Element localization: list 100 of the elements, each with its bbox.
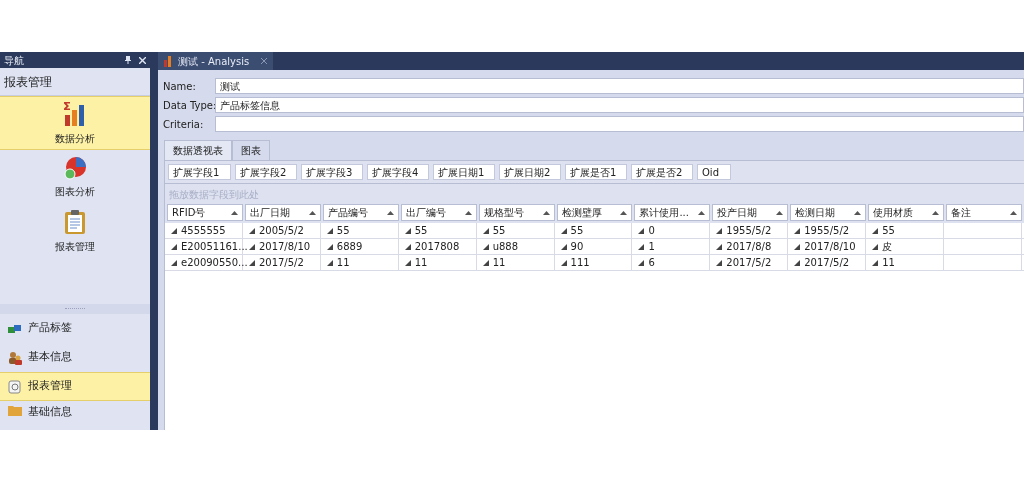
nav-large-item[interactable]: 图表分析 [0,150,150,204]
nav-item[interactable]: 基础信息 [0,401,150,430]
field-label: Data Type: [163,98,215,113]
expand-icon [248,227,255,234]
expand-icon [716,243,723,250]
expand-icon [794,259,801,266]
clipboard-icon [64,208,86,235]
sort-icon [854,210,862,215]
expand-icon [872,227,879,234]
expand-icon [794,243,801,250]
panel-title: 导航 [4,53,25,68]
sort-icon [308,210,316,215]
table-cell: 4555555 [167,223,230,238]
expand-icon [560,227,567,234]
field-chip[interactable]: Oid [697,164,731,180]
field-label: Criteria: [163,117,205,132]
field-label: Name: [163,79,197,94]
expand-icon [171,243,177,250]
nav-item[interactable]: 产品标签 [0,314,150,343]
sort-icon [620,210,628,215]
table-cell: 55 [868,223,899,238]
expand-icon [716,259,723,266]
field-chip[interactable]: 扩展字段3 [301,164,363,180]
column-header[interactable]: 使用材质 [868,204,945,221]
tab[interactable]: 数据透视表 [164,140,232,160]
nav-item[interactable]: 基本信息 [0,343,150,372]
input-field[interactable]: 测试 [215,78,1024,94]
field-chip[interactable]: 扩展日期1 [433,164,495,180]
expand-icon [404,227,411,234]
field-chip[interactable]: 扩展字段4 [367,164,429,180]
expand-icon [482,227,489,234]
column-header[interactable]: 出厂编号 [400,204,477,221]
nav-large-item[interactable]: 数据分析 [0,96,150,150]
table-cell: 1955/5/2 [790,223,854,238]
column-header[interactable]: 备注 [946,204,1022,221]
table-cell: 6 [634,255,659,270]
expand-icon [171,227,177,234]
users-icon [8,350,22,365]
nav-item[interactable]: 报表管理 [0,372,150,401]
sort-icon [1009,210,1017,215]
column-header[interactable]: 累计使用... [634,204,711,221]
expand-icon [248,243,255,250]
field-chip[interactable]: 扩展日期2 [499,164,561,180]
pie-chart-icon [63,155,87,180]
bar-chart-icon [164,55,174,67]
expand-icon [638,259,645,266]
pin-icon[interactable] [125,56,131,64]
column-header[interactable]: 产品编号 [322,204,399,221]
field-chip[interactable]: 扩展字段1 [168,164,231,180]
table-cell: 55 [322,223,354,238]
nav-large-item[interactable]: 报表管理 [0,204,150,258]
table-cell: u888 [478,239,523,254]
table-cell: 1 [634,239,659,254]
field-chip[interactable]: 扩展字段2 [235,164,297,180]
table-cell: 2017/5/2 [712,255,776,270]
column-header[interactable]: 检测壁厚 [556,204,633,221]
sort-icon [542,210,550,215]
sort-icon [464,210,472,215]
document-tab[interactable]: 测试 - Analysis [158,52,274,70]
column-header[interactable]: 出厂日期 [244,204,321,221]
report-icon [8,379,22,394]
table-cell: 111 [556,255,594,270]
sort-icon [932,210,940,215]
expand-icon [794,227,801,234]
column-header[interactable]: RFID号 [167,204,243,221]
table-cell: 6889 [322,239,367,254]
sort-icon [386,210,394,215]
blocks-icon [8,323,22,334]
expand-icon [326,243,333,250]
expand-icon [404,243,411,250]
expand-icon [872,243,879,250]
input-field[interactable] [215,116,1024,132]
input-field[interactable]: 产品标签信息 [215,97,1024,113]
table-cell: 11 [868,255,899,270]
field-chip[interactable]: 扩展是否2 [631,164,693,180]
table-cell: 11 [322,255,354,270]
table-cell: 11 [478,255,510,270]
expand-icon [326,259,333,266]
table-cell: 90 [556,239,588,254]
column-header[interactable]: 投产日期 [712,204,789,221]
column-header[interactable]: 检测日期 [790,204,867,221]
expand-icon [482,243,489,250]
table-cell: 2017/8/10 [790,239,860,254]
table-cell: 1955/5/2 [712,223,776,238]
expand-icon [248,259,255,266]
table-cell: 11 [400,255,432,270]
table-cell: 2005/5/2 [244,223,308,238]
table-cell: 2017/8/8 [712,239,776,254]
expand-icon [638,243,645,250]
table-cell: 皮 [868,239,897,254]
sort-icon [776,210,784,215]
splitter-handle[interactable] [0,304,150,314]
expand-icon [872,259,879,266]
field-chip[interactable]: 扩展是否1 [565,164,627,180]
tab[interactable]: 图表 [232,140,270,160]
table-cell: 2017/5/2 [790,255,854,270]
expand-icon [482,259,489,266]
sort-icon [230,210,238,215]
table-cell: 2017808 [400,239,464,254]
column-header[interactable]: 规格型号 [478,204,555,221]
